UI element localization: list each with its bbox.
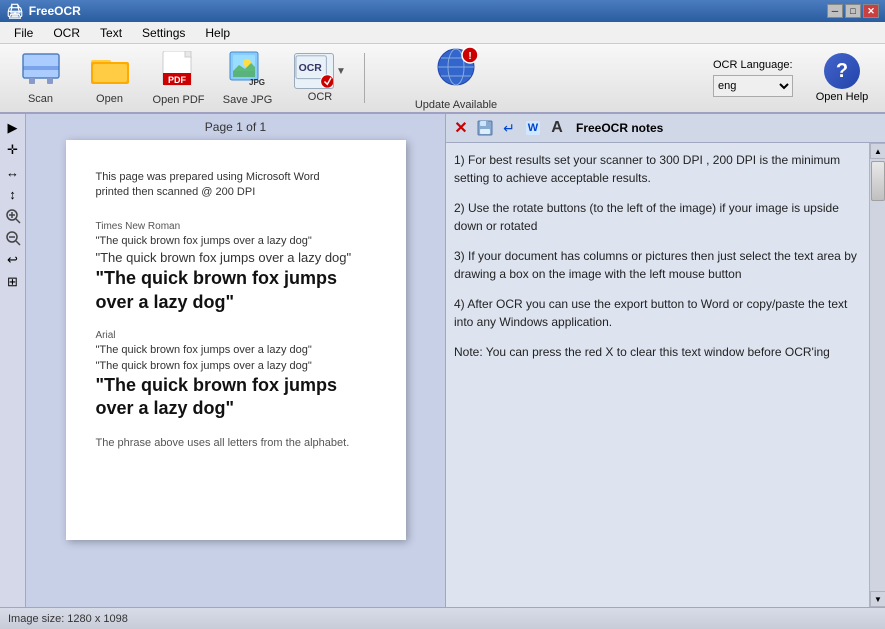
tool-fit-height[interactable]: ↕: [3, 184, 23, 204]
open-pdf-button[interactable]: PDF Open PDF: [146, 48, 211, 108]
open-pdf-icon: PDF: [161, 51, 197, 92]
title-left: 🖨 FreeOCR: [6, 3, 81, 20]
close-button[interactable]: ✕: [863, 4, 879, 18]
doc-section-times: Times New Roman "The quick brown fox jum…: [96, 221, 376, 314]
tool-play[interactable]: ▶: [3, 118, 23, 138]
menu-bar: File OCR Text Settings Help: [0, 22, 885, 44]
minimize-button[interactable]: ─: [827, 4, 843, 18]
scrollbar-thumb[interactable]: [871, 161, 885, 201]
title-bar: 🖨 FreeOCR ─ □ ✕: [0, 0, 885, 22]
notes-item-0: 1) For best results set your scanner to …: [454, 151, 861, 187]
ocr-button[interactable]: OCR ▼ OCR: [284, 48, 356, 108]
scan-label: Scan: [28, 93, 53, 105]
image-panel[interactable]: Page 1 of 1 This page was prepared using…: [26, 114, 445, 607]
open-pdf-label: Open PDF: [153, 94, 205, 106]
open-label: Open: [96, 93, 123, 105]
tool-zoom-out[interactable]: [3, 228, 23, 248]
menu-ocr[interactable]: OCR: [43, 24, 90, 42]
notes-title: FreeOCR notes: [570, 121, 669, 135]
update-label: Update Available: [415, 99, 497, 111]
ocr-icon: OCR: [294, 53, 334, 89]
menu-help[interactable]: Help: [195, 24, 240, 42]
tool-zoom-in[interactable]: [3, 206, 23, 226]
open-button[interactable]: Open: [77, 48, 142, 108]
notes-item-1: 2) Use the rotate buttons (to the left o…: [454, 199, 861, 235]
help-label: Open Help: [816, 91, 869, 103]
menu-settings[interactable]: Settings: [132, 24, 195, 42]
notes-clear-button[interactable]: ✕: [450, 117, 472, 139]
svg-text:PDF: PDF: [168, 75, 187, 85]
tool-grid[interactable]: ⊞: [3, 272, 23, 292]
doc-arial-large: "The quick brown fox jumps over a lazy d…: [96, 374, 376, 421]
ocr-icon-wrapper: OCR ▼: [294, 53, 346, 89]
notes-item-4: Note: You can press the red X to clear t…: [454, 343, 861, 361]
app-icon: 🖨: [6, 3, 24, 20]
left-tools: ▶ ✛ ↔ ↕ ↩ ⊞: [0, 114, 26, 607]
language-select[interactable]: eng fra deu spa ita: [713, 75, 793, 97]
document-page: This page was prepared using Microsoft W…: [66, 140, 406, 540]
scan-button[interactable]: Scan: [8, 48, 73, 108]
doc-font-arial: Arial: [96, 330, 376, 341]
status-bar: Image size: 1280 x 1098: [0, 607, 885, 629]
maximize-button[interactable]: □: [845, 4, 861, 18]
save-jpg-button[interactable]: JPG Save JPG: [215, 48, 280, 108]
update-globe-icon: !: [434, 45, 478, 97]
doc-intro-line1: This page was prepared using Microsoft W…: [96, 171, 320, 183]
doc-times-small1: "The quick brown fox jumps over a lazy d…: [96, 234, 376, 249]
svg-text:!: !: [468, 51, 471, 62]
ocr-dropdown-arrow[interactable]: ▼: [336, 66, 346, 77]
doc-arial-small2: "The quick brown fox jumps over a lazy d…: [96, 359, 376, 374]
toolbar: Scan Open PDF Open PDF: [0, 44, 885, 114]
notes-content[interactable]: 1) For best results set your scanner to …: [446, 143, 869, 607]
doc-times-medium: "The quick brown fox jumps over a lazy d…: [96, 249, 376, 267]
doc-intro-line2: printed then scanned @ 200 DPI: [96, 186, 256, 198]
doc-phrase: The phrase above uses all letters from t…: [96, 437, 376, 449]
notes-toolbar: ✕ ↵ W A FreeOCR notes: [446, 114, 885, 143]
svg-text:JPG: JPG: [249, 78, 265, 87]
menu-file[interactable]: File: [4, 24, 43, 42]
app-title: FreeOCR: [29, 4, 81, 18]
title-controls: ─ □ ✕: [827, 4, 879, 18]
notes-panel-inner: 1) For best results set your scanner to …: [446, 143, 885, 607]
scrollbar-down[interactable]: ▼: [870, 591, 885, 607]
ocr-label: OCR: [308, 91, 332, 103]
scrollbar-up[interactable]: ▲: [870, 143, 885, 159]
doc-section-arial: Arial "The quick brown fox jumps over a …: [96, 330, 376, 421]
save-jpg-icon: JPG: [229, 51, 267, 92]
language-label: OCR Language:: [713, 59, 793, 71]
notes-item-2: 3) If your document has columns or pictu…: [454, 247, 861, 283]
svg-text:OCR: OCR: [299, 63, 323, 74]
scan-icon: [21, 52, 61, 91]
notes-export-button[interactable]: ↵: [498, 117, 520, 139]
tool-add[interactable]: ✛: [3, 140, 23, 160]
help-button[interactable]: ? Open Help: [807, 48, 877, 108]
page-label: Page 1 of 1: [26, 114, 445, 140]
notes-word-button[interactable]: W: [522, 117, 544, 139]
main-area: ▶ ✛ ↔ ↕ ↩ ⊞ Page 1 of 1 This page w: [0, 114, 885, 607]
notes-scrollbar[interactable]: ▲ ▼: [869, 143, 885, 607]
notes-item-3: 4) After OCR you can use the export butt…: [454, 295, 861, 331]
tool-fit-width[interactable]: ↔: [3, 162, 23, 182]
toolbar-separator: [364, 53, 365, 103]
menu-text[interactable]: Text: [90, 24, 132, 42]
doc-arial-small1: "The quick brown fox jumps over a lazy d…: [96, 343, 376, 358]
notes-font-button[interactable]: A: [546, 117, 568, 139]
tool-rotate-left[interactable]: ↩: [3, 250, 23, 270]
open-folder-icon: [91, 52, 129, 91]
notes-main: 1) For best results set your scanner to …: [446, 143, 869, 607]
doc-font-times: Times New Roman: [96, 221, 376, 232]
notes-save-button[interactable]: [474, 117, 496, 139]
language-area: OCR Language: eng fra deu spa ita: [713, 59, 793, 97]
update-available-button[interactable]: ! Update Available: [373, 45, 539, 111]
save-jpg-label: Save JPG: [223, 94, 273, 106]
doc-times-large: "The quick brown fox jumps over a lazy d…: [96, 267, 376, 314]
help-icon: ?: [824, 53, 860, 89]
doc-intro: This page was prepared using Microsoft W…: [96, 170, 376, 201]
status-text: Image size: 1280 x 1098: [8, 613, 128, 625]
notes-panel: ✕ ↵ W A FreeOCR notes: [445, 114, 885, 607]
